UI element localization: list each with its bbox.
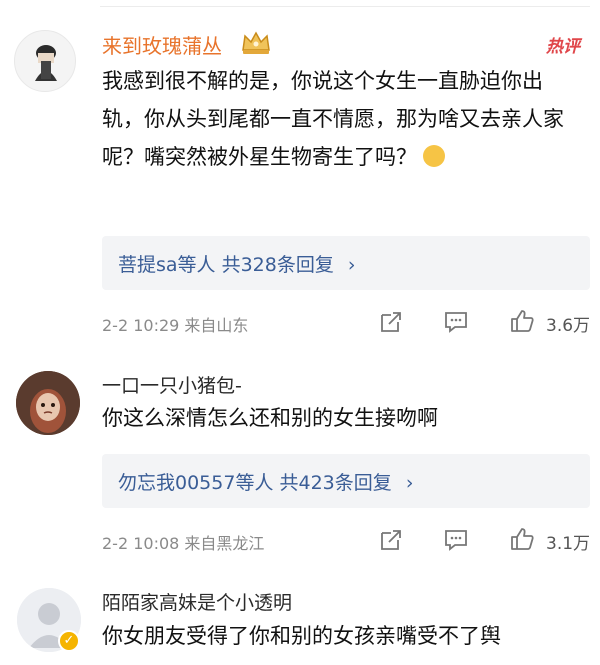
comment-text: 我感到很不解的是，你说这个女生一直胁迫你出轨，你从头到尾都一直不情愿，那为啥又去… [102, 69, 564, 169]
username[interactable]: 来到玫瑰蒲丛 [102, 30, 222, 59]
username[interactable]: 陌陌家高妹是个小透明 [102, 588, 292, 615]
avatar[interactable] [14, 30, 76, 92]
crown-icon [240, 30, 272, 60]
comment-meta: 2-2 10:08 来自黑龙江 [102, 534, 265, 553]
replies-summary[interactable]: 菩提sa等人 共328条回复 › [102, 236, 590, 290]
comment-text: 你这么深情怎么还和别的女生接吻啊 [102, 406, 438, 430]
replies-summary[interactable]: 勿忘我00557等人 共423条回复 › [102, 454, 590, 508]
laughing-tears-icon [423, 145, 445, 167]
reply-count: 共328条回复 [221, 254, 334, 276]
comment-icon[interactable] [443, 309, 469, 339]
share-icon[interactable] [378, 309, 404, 339]
chevron-right-icon: › [405, 472, 414, 494]
reply-count: 共423条回复 [279, 472, 392, 494]
like-count: 3.1万 [546, 534, 591, 554]
divider [100, 6, 590, 7]
share-icon[interactable] [378, 527, 404, 557]
thumb-up-icon [511, 310, 534, 332]
like-count: 3.6万 [546, 316, 591, 336]
hot-comment-badge: 热评 [546, 37, 580, 57]
chevron-right-icon: › [347, 254, 356, 276]
like-button[interactable] [509, 308, 535, 338]
comment-text: 你女朋友受得了你和别的女孩亲嘴受不了舆 [102, 624, 501, 648]
username[interactable]: 一口一只小猪包- [102, 371, 242, 398]
avatar[interactable] [16, 371, 80, 435]
like-button[interactable] [509, 526, 535, 556]
comment-icon[interactable] [443, 527, 469, 557]
verified-badge-icon: ✓ [58, 630, 80, 652]
thumb-up-icon [511, 528, 534, 550]
reply-users: 勿忘我00557等人 [118, 472, 274, 494]
comment-meta: 2-2 10:29 来自山东 [102, 316, 249, 335]
reply-users: 菩提sa等人 [118, 254, 216, 276]
